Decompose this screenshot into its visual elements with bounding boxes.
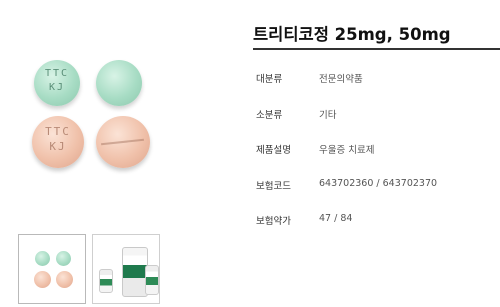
pink-tablet-imprint-bottom: KJ: [49, 140, 67, 153]
info-value: 47 / 84: [319, 213, 353, 224]
info-label: 소분류: [256, 110, 283, 121]
bottles-thumbnail[interactable]: [92, 234, 160, 304]
tablet-score-line: [101, 139, 145, 146]
product-main-image: TTC KJ TTC KJ: [10, 30, 210, 200]
thumb-pink-tablet-1: [34, 271, 51, 288]
info-row-insurance-price: 보험약가 47 / 84: [253, 213, 500, 233]
thumb-pink-tablet-2: [56, 271, 73, 288]
info-row-category: 대분류 전문의약품: [253, 71, 500, 91]
green-tablet-imprint-top: TTC: [44, 68, 70, 79]
pink-tablet-imprint-top: TTC: [45, 125, 71, 138]
green-tablet-plain: [96, 60, 142, 106]
pink-tablet-scored: [96, 116, 150, 168]
thumb-green-tablet-1: [35, 251, 50, 266]
green-tablet-imprinted: TTC KJ: [34, 60, 80, 106]
info-value: 우울증 치료제: [319, 145, 375, 156]
product-title: 트리티코정 25mg, 50mg: [253, 25, 451, 44]
info-value: 643702360 / 643702370: [319, 178, 438, 189]
info-value: 전문의약품: [319, 74, 363, 85]
medicine-bottle-medium: [145, 265, 159, 295]
medicine-bottle-small: [99, 269, 113, 293]
info-value: 기타: [319, 110, 337, 121]
thumb-green-tablet-2: [56, 251, 71, 266]
title-divider: [253, 48, 500, 50]
info-row-insurance-code: 보험코드 643702360 / 643702370: [253, 178, 500, 198]
info-row-description: 제품설명 우울증 치료제: [253, 142, 500, 162]
green-tablet-imprint-bottom: KJ: [48, 82, 66, 93]
info-label: 대분류: [256, 74, 283, 85]
info-label: 제품설명: [256, 145, 291, 156]
info-row-subcategory: 소분류 기타: [253, 107, 500, 127]
info-label: 보험코드: [256, 181, 291, 192]
info-label: 보험약가: [256, 216, 291, 227]
pink-tablet-imprinted: TTC KJ: [32, 116, 84, 168]
pills-thumbnail[interactable]: [18, 234, 86, 304]
